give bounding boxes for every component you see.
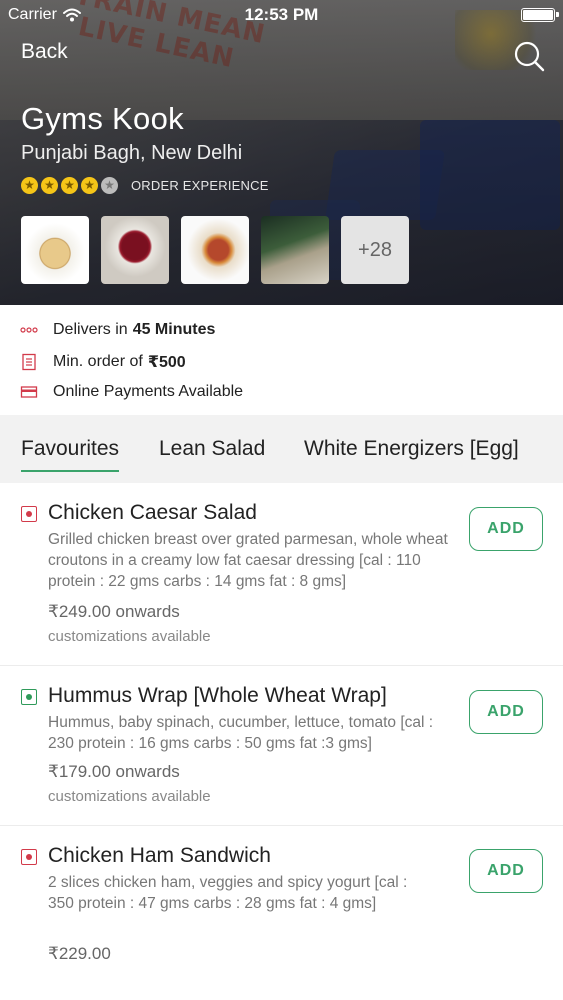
- delivery-time-value: 45 Minutes: [132, 321, 216, 338]
- star-filled-icon: ★: [21, 177, 38, 194]
- photo-strip: +28: [21, 216, 409, 284]
- more-photos-button[interactable]: +28: [341, 216, 409, 284]
- star-filled-icon: ★: [61, 177, 78, 194]
- menu-list: Chicken Caesar Salad Grilled chicken bre…: [0, 483, 563, 1000]
- tab-white-energizers-egg[interactable]: White Energizers [Egg]: [304, 437, 519, 461]
- food-photo-thumbnail[interactable]: [181, 216, 249, 284]
- item-name: Hummus Wrap [Whole Wheat Wrap]: [48, 684, 387, 707]
- restaurant-name: Gyms Kook: [21, 101, 184, 136]
- item-customizations: customizations available: [48, 788, 211, 805]
- item-description: Grilled chicken breast over grated parme…: [48, 531, 448, 590]
- menu-category-tabs: Favourites Lean Salad White Energizers […: [0, 415, 563, 483]
- item-name: Chicken Ham Sandwich: [48, 844, 271, 867]
- food-photo-thumbnail[interactable]: [101, 216, 169, 284]
- add-button[interactable]: ADD: [469, 507, 543, 551]
- status-bar: Carrier 12:53 PM: [0, 0, 563, 30]
- non-veg-icon: [21, 506, 37, 522]
- delivery-dots-icon: [20, 327, 38, 333]
- min-order-row: Min. order of ₹500: [20, 352, 186, 372]
- restaurant-info: Delivers in 45 Minutes Min. order of ₹50…: [0, 305, 563, 415]
- search-icon[interactable]: [513, 40, 545, 72]
- list-item: Chicken Caesar Salad Grilled chicken bre…: [0, 483, 563, 666]
- battery-icon: [521, 8, 559, 22]
- list-item: Chicken Ham Sandwich 2 slices chicken ha…: [0, 826, 563, 1000]
- add-button[interactable]: ADD: [469, 690, 543, 734]
- credit-card-icon: [20, 386, 38, 398]
- star-empty-icon: ★: [101, 177, 118, 194]
- tab-favourites[interactable]: Favourites: [21, 437, 120, 472]
- veg-icon: [21, 689, 37, 705]
- rating-label: ORDER EXPERIENCE: [131, 178, 269, 193]
- min-order-value: ₹500: [147, 354, 186, 371]
- restaurant-location: Punjabi Bagh, New Delhi: [21, 142, 243, 164]
- food-photo-thumbnail[interactable]: [261, 216, 329, 284]
- non-veg-icon: [21, 849, 37, 865]
- back-button[interactable]: Back: [21, 40, 68, 64]
- list-item: Hummus Wrap [Whole Wheat Wrap] Hummus, b…: [0, 666, 563, 826]
- item-price: ₹249.00 onwards: [48, 602, 180, 621]
- status-time: 12:53 PM: [244, 5, 319, 24]
- restaurant-header: TRAIN MEAN LIVE LEAN Carrier 12:53 PM Ba…: [0, 0, 563, 305]
- tab-lean-salad[interactable]: Lean Salad: [159, 437, 265, 461]
- receipt-icon: [22, 353, 36, 371]
- item-price: ₹229.00: [48, 944, 111, 963]
- item-name: Chicken Caesar Salad: [48, 501, 257, 524]
- delivery-time-row: Delivers in 45 Minutes: [20, 321, 215, 339]
- add-button[interactable]: ADD: [469, 849, 543, 893]
- payments-row: Online Payments Available: [20, 383, 243, 401]
- star-filled-icon: ★: [81, 177, 98, 194]
- item-customizations: customizations available: [48, 628, 211, 645]
- item-price: ₹179.00 onwards: [48, 762, 180, 781]
- rating: ★ ★ ★ ★ ★ ORDER EXPERIENCE: [21, 177, 269, 194]
- star-filled-icon: ★: [41, 177, 58, 194]
- item-description: Hummus, baby spinach, cucumber, lettuce,…: [48, 714, 434, 752]
- food-photo-thumbnail[interactable]: [21, 216, 89, 284]
- item-description: 2 slices chicken ham, veggies and spicy …: [48, 874, 408, 912]
